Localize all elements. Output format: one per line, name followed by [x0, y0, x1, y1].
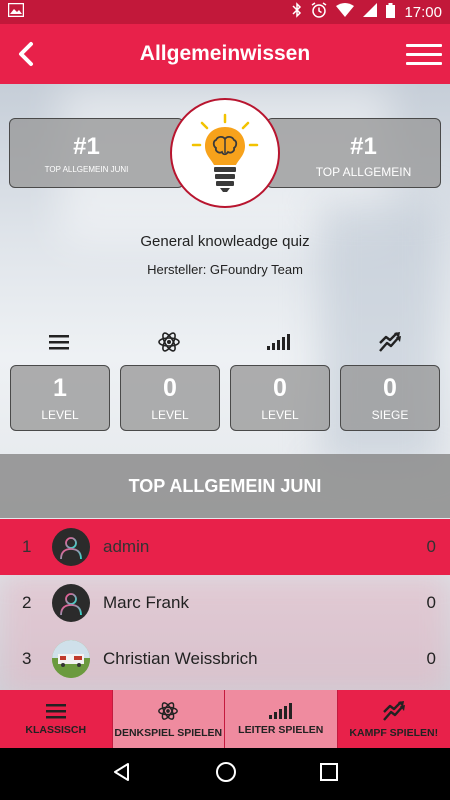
tab-label: KAMPF SPIELEN!	[349, 726, 439, 739]
page-title: Allgemeinwissen	[139, 42, 311, 65]
stat-value: 0	[273, 374, 287, 402]
row-rank: 1	[22, 537, 32, 556]
bluetooth-icon	[292, 2, 302, 22]
tab-klassisch[interactable]: KLASSISCH	[0, 690, 113, 748]
stat-value: 1	[53, 374, 67, 402]
tab-leiter[interactable]: LEITER SPIELEN	[225, 690, 338, 748]
quiz-description: General knowleadge quiz	[140, 233, 310, 250]
atom-icon	[157, 330, 181, 354]
cell-signal-icon	[363, 3, 378, 21]
hamburger-icon-line	[406, 52, 442, 56]
stat-label: SIEGE	[371, 408, 409, 422]
quiz-logo	[170, 98, 280, 208]
status-bar: 17:00	[0, 0, 450, 24]
rank-overall-label: TOP ALLGEMEIN	[315, 165, 412, 179]
wifi-icon	[336, 3, 355, 21]
square-recents-icon	[320, 762, 339, 781]
atom-icon	[158, 701, 179, 720]
rank-monthly-box: #1 TOP ALLGEMEIN JUNI	[9, 118, 184, 188]
photo-avatar-icon	[52, 640, 90, 678]
nav-home-button[interactable]	[215, 761, 237, 788]
signal-bars-icon	[267, 330, 291, 354]
rank-monthly-label: TOP ALLGEMEIN JUNI	[44, 165, 129, 174]
system-nav-bar	[0, 748, 450, 800]
stat-label: LEVEL	[261, 408, 299, 422]
alarm-icon	[311, 2, 327, 22]
row-name: Christian Weissbrich	[103, 649, 258, 668]
image-notification-icon	[7, 2, 25, 22]
battle-arrows-icon	[378, 330, 402, 354]
tab-label: DENKSPIEL SPIELEN	[114, 726, 223, 739]
hamburger-icon-line	[406, 43, 442, 47]
stat-box-ladder: 0 LEVEL	[230, 365, 330, 431]
row-score: 0	[426, 537, 436, 556]
stat-box-classic: 1 LEVEL	[10, 365, 110, 431]
user-avatar-icon	[60, 593, 82, 616]
tab-kampf[interactable]: KAMPF SPIELEN!	[338, 690, 450, 748]
list-icon	[45, 703, 66, 718]
app-bar: Allgemeinwissen	[0, 24, 450, 84]
leaderboard-row[interactable]: 1 admin 0	[0, 519, 450, 575]
row-rank: 3	[22, 649, 32, 668]
rank-overall-box: #1 TOP ALLGEMEIN	[266, 118, 441, 188]
stat-label: LEVEL	[151, 408, 189, 422]
battery-icon	[386, 2, 396, 22]
avatar	[52, 640, 90, 678]
quiz-author: Hersteller: GFoundry Team	[147, 262, 303, 277]
nav-back-button[interactable]	[112, 762, 132, 787]
triangle-back-icon	[113, 762, 129, 781]
circle-home-icon	[215, 761, 236, 782]
list-icon	[47, 330, 71, 354]
row-name: Marc Frank	[103, 593, 189, 612]
stat-value: 0	[383, 374, 397, 402]
user-avatar-icon	[60, 537, 82, 560]
stat-box-brain: 0 LEVEL	[120, 365, 220, 431]
menu-button[interactable]	[406, 36, 442, 72]
row-rank: 2	[22, 593, 32, 612]
battle-arrows-icon	[382, 700, 405, 721]
rank-overall-value: #1	[350, 133, 377, 160]
tab-denkspiel[interactable]: DENKSPIEL SPIELEN	[112, 690, 225, 748]
row-score: 0	[426, 649, 436, 668]
stat-box-battle: 0 SIEGE	[340, 365, 440, 431]
leaderboard-row[interactable]: 2 Marc Frank 0	[0, 575, 450, 631]
lightbulb-brain-icon	[191, 113, 259, 192]
rank-monthly-value: #1	[73, 133, 100, 160]
back-button[interactable]	[6, 34, 46, 74]
status-time: 17:00	[404, 3, 442, 21]
game-mode-tabs: KLASSISCH DENKSPIEL SPIELEN LEITER SPIEL…	[0, 690, 450, 748]
leaderboard-row[interactable]: 3 Christian Weissbrich 0	[0, 631, 450, 687]
stat-label: LEVEL	[41, 408, 79, 422]
tab-label: KLASSISCH	[25, 723, 87, 736]
stat-value: 0	[163, 374, 177, 402]
signal-bars-icon	[268, 702, 292, 719]
leaderboard-title: TOP ALLGEMEIN JUNI	[0, 454, 450, 518]
row-score: 0	[426, 593, 436, 612]
nav-recents-button[interactable]	[320, 762, 339, 786]
avatar	[52, 584, 90, 622]
row-name: admin	[103, 537, 150, 556]
hamburger-icon-line	[406, 61, 442, 65]
chevron-left-icon	[19, 42, 33, 66]
tab-label: LEITER SPIELEN	[238, 723, 324, 736]
avatar	[52, 528, 90, 566]
